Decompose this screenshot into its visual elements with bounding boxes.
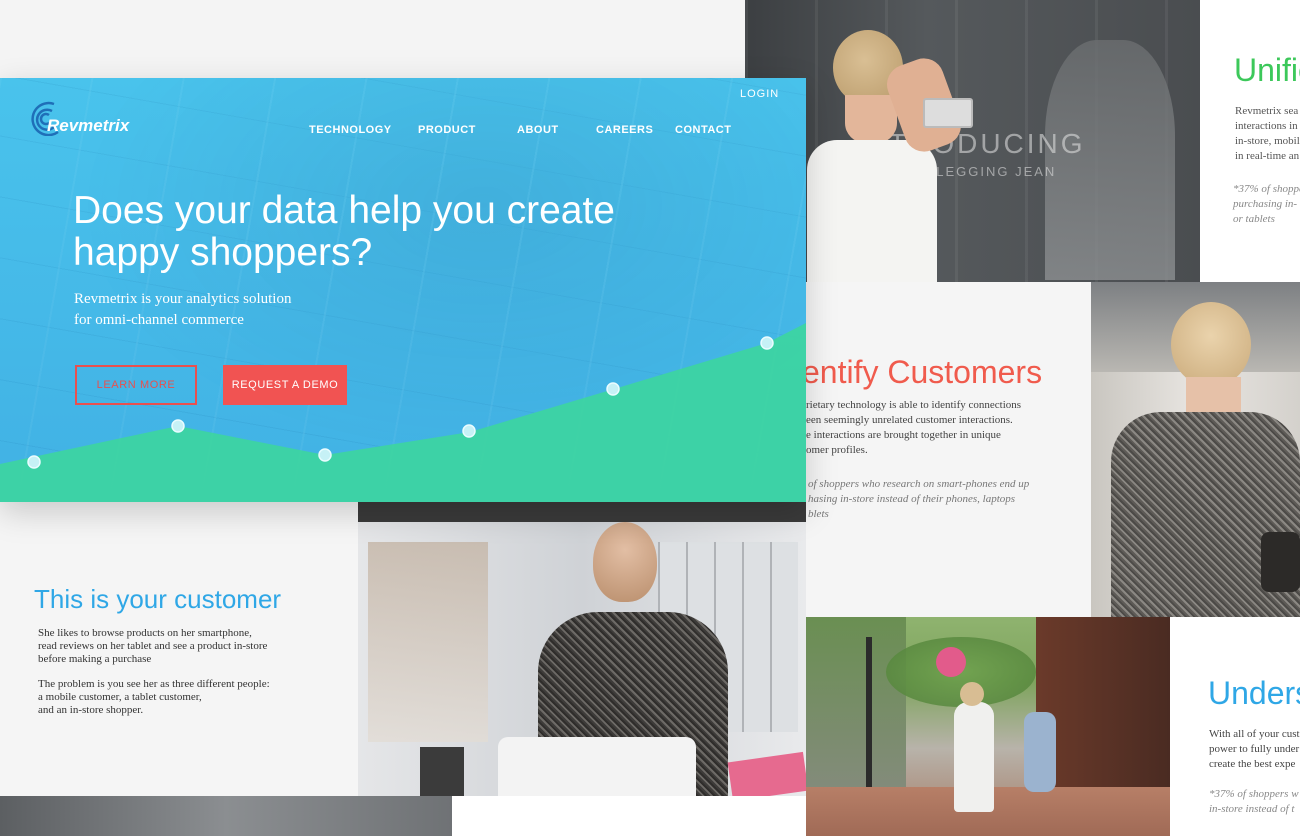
understand-title: Unders [1208, 675, 1300, 711]
chart-point [318, 448, 332, 462]
unified-line: in-store, mobil [1235, 135, 1300, 147]
nav-technology[interactable]: TECHNOLOGY [309, 124, 392, 136]
chart-point [760, 336, 774, 350]
hero-subhead-line: Revmetrix is your analytics solution [74, 291, 292, 307]
identify-note: hasing in-store instead of their phones,… [808, 493, 1016, 505]
identify-note: blets [808, 508, 829, 520]
unified-title: Unifie [1234, 52, 1300, 88]
nav-product[interactable]: PRODUCT [418, 124, 476, 136]
unified-note: or tablets [1233, 213, 1275, 225]
smartphone [923, 98, 973, 128]
hero-section: Revmetrix LOGIN TECHNOLOGY PRODUCT ABOUT… [0, 78, 806, 502]
identify-panel: entify Customers rietary technology is a… [806, 282, 1091, 617]
unified-note: purchasing in- [1233, 198, 1298, 210]
understand-line: create the best expe [1209, 758, 1296, 770]
unified-panel: Unifie Revmetrix sea interactions in in-… [1200, 0, 1300, 282]
chart-point [171, 419, 185, 433]
customer-section: This is your customer She likes to brows… [0, 502, 358, 796]
customer-title: This is your customer [34, 584, 282, 614]
understand-line: With all of your cust [1209, 728, 1300, 740]
customer-paragraph-line: The problem is you see her as three diff… [38, 678, 270, 690]
understand-line: power to fully under [1209, 743, 1300, 755]
chart-point [606, 382, 620, 396]
hero-headline-line: Does your data help you create [73, 189, 616, 232]
logo-wordmark: Revmetrix [47, 116, 130, 135]
unified-line: Revmetrix sea [1235, 105, 1299, 117]
unified-line: interactions in [1235, 120, 1298, 132]
request-demo-button[interactable]: REQUEST A DEMO [223, 365, 347, 405]
understand-panel: Unders With all of your cust power to fu… [1170, 617, 1300, 836]
street-photo [806, 617, 1170, 836]
laptop [498, 737, 696, 796]
identify-line: e interactions are brought together in u… [806, 429, 1001, 441]
login-link[interactable]: LOGIN [740, 88, 779, 100]
coffee-cup [420, 747, 464, 796]
chart-point [462, 424, 476, 438]
hero-subhead-line: for omni-channel commerce [74, 312, 244, 328]
understand-note: in-store instead of t [1209, 803, 1295, 815]
bottom-strip-blank [452, 796, 806, 836]
unified-note: *37% of shoppe [1233, 183, 1300, 195]
identify-line: rietary technology is able to identify c… [806, 399, 1022, 411]
chart-point [27, 455, 41, 469]
revmetrix-logo[interactable]: Revmetrix [28, 96, 168, 136]
store-window-photo: INTRODUCING BROOKE LEGGING JEAN [745, 0, 1200, 282]
woman-laptop-photo [358, 502, 806, 796]
nav-careers[interactable]: CAREERS [596, 124, 653, 136]
identify-line: een seemingly unrelated customer interac… [806, 414, 1013, 426]
hero-headline-line: happy shoppers? [73, 231, 373, 274]
customer-paragraph-line: She likes to browse products on her smar… [38, 627, 252, 639]
nav-contact[interactable]: CONTACT [675, 124, 731, 136]
customer-paragraph-line: before making a purchase [38, 653, 152, 665]
bottom-strip-photo [0, 796, 452, 836]
identify-title: entify Customers [806, 354, 1043, 390]
understand-note: *37% of shoppers w [1209, 788, 1299, 800]
customer-paragraph-line: a mobile customer, a tablet customer, [38, 691, 202, 703]
nav-about[interactable]: ABOUT [517, 124, 559, 136]
customer-paragraph-line: read reviews on her tablet and see a pro… [38, 640, 268, 652]
woman-back-photo [1091, 282, 1300, 617]
identify-note: of shoppers who research on smart-phones… [808, 478, 1030, 490]
hero-subhead: Revmetrix is your analytics solution for… [74, 289, 291, 331]
hero-headline: Does your data help you create happy sho… [73, 190, 615, 274]
handbag [1261, 532, 1300, 592]
customer-paragraph-line: and an in-store shopper. [38, 704, 144, 716]
learn-more-button[interactable]: LEARN MORE [75, 365, 197, 405]
unified-line: in real-time an [1235, 150, 1300, 162]
identify-line: omer profiles. [806, 444, 868, 456]
